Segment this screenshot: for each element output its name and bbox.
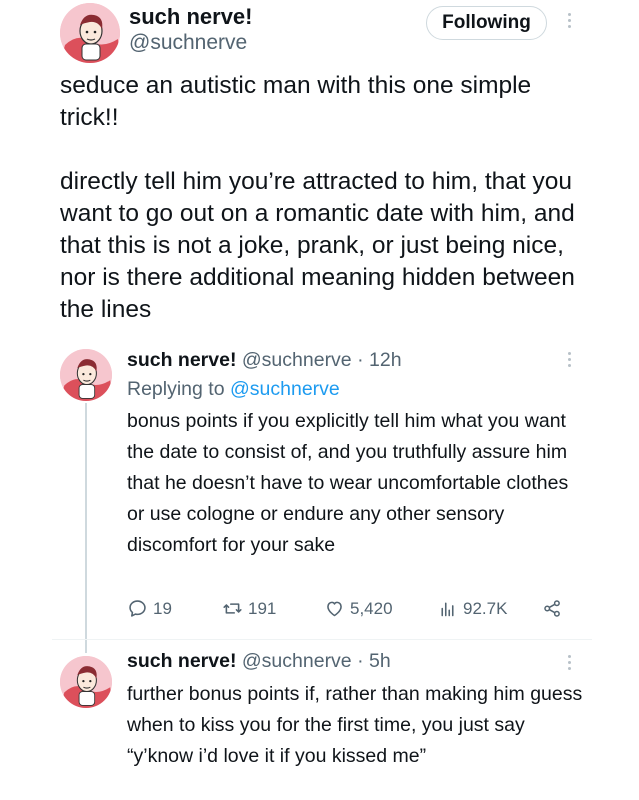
repost-arrows-icon: [223, 603, 242, 614]
author-handle[interactable]: @suchnerve: [129, 31, 247, 55]
avatar-illustration: [60, 3, 120, 63]
reply-timestamp[interactable]: 12h: [369, 349, 402, 371]
repost-count: 191: [248, 598, 277, 618]
reply-display-name[interactable]: such nerve!: [127, 349, 236, 371]
reply-count: 19: [153, 598, 172, 618]
reply-body: further bonus points if, rather than mak…: [127, 683, 583, 767]
reply-header: such nerve! @suchnerve · 12h: [127, 349, 402, 372]
reply-action[interactable]: 19: [127, 598, 172, 619]
avatar[interactable]: [60, 349, 112, 401]
separator-dot: ·: [357, 349, 364, 371]
thread-connector-line: [85, 403, 87, 653]
post-paragraph: directly tell him you’re attracted to hi…: [60, 168, 575, 323]
reply-display-name[interactable]: such nerve!: [127, 650, 236, 672]
more-options-icon[interactable]: [565, 655, 573, 670]
avatar-illustration: [60, 349, 112, 401]
replying-to-mention[interactable]: @suchnerve: [230, 378, 340, 400]
share-icon: [544, 600, 560, 617]
view-count: 92.7K: [463, 598, 508, 618]
bar-chart-icon: [441, 602, 454, 617]
author-display-name[interactable]: such nerve!: [129, 4, 253, 30]
separator-dot: ·: [357, 650, 364, 672]
share-action[interactable]: [542, 598, 563, 619]
reply-body: bonus points if you explicitly tell him …: [127, 410, 569, 556]
replying-to-label: Replying to: [127, 378, 225, 400]
like-count: 5,420: [350, 598, 393, 618]
heart-icon: [327, 601, 342, 617]
speech-bubble-icon: [129, 600, 146, 617]
reply-divider: [52, 639, 592, 640]
reply-header: such nerve! @suchnerve · 5h: [127, 650, 391, 673]
like-action[interactable]: 5,420: [324, 598, 393, 619]
avatar[interactable]: [60, 656, 112, 708]
views-action[interactable]: 92.7K: [437, 598, 507, 619]
avatar[interactable]: [60, 3, 120, 63]
reply-handle[interactable]: @suchnerve: [242, 650, 352, 672]
more-options-icon[interactable]: [565, 13, 573, 28]
more-options-icon[interactable]: [565, 352, 573, 367]
replying-to-line: Replying to @suchnerve: [127, 378, 340, 401]
repost-action[interactable]: 191: [222, 598, 276, 619]
avatar-illustration: [60, 656, 112, 708]
post-body: seduce an autistic man with this one sim…: [60, 70, 580, 326]
reply-handle[interactable]: @suchnerve: [242, 349, 352, 371]
following-button[interactable]: Following: [426, 6, 547, 40]
reply-timestamp[interactable]: 5h: [369, 650, 391, 672]
post-paragraph: seduce an autistic man with this one sim…: [60, 72, 532, 131]
